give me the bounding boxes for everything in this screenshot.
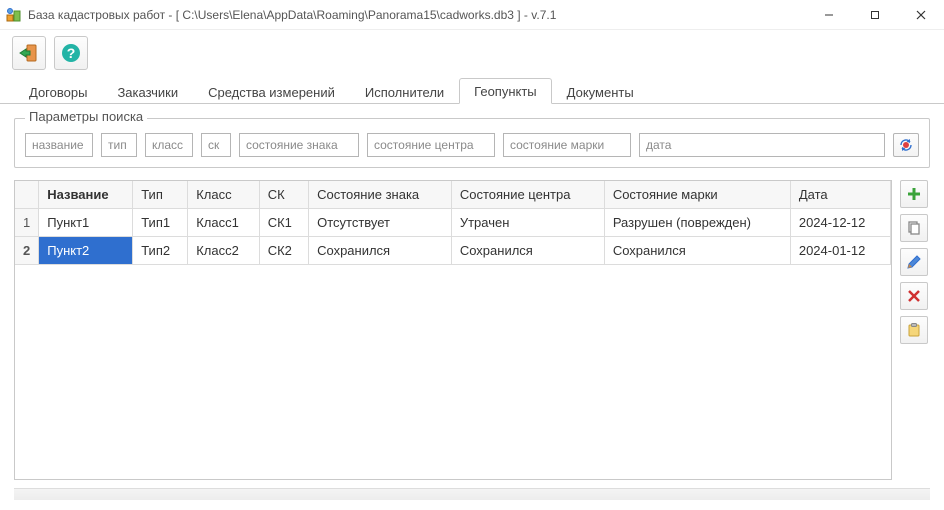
search-fieldset: Параметры поиска: [14, 118, 930, 168]
tab-label: Средства измерений: [208, 85, 335, 100]
cell-sign: Отсутствует: [309, 209, 452, 237]
tab-label: Заказчики: [117, 85, 178, 100]
search-row: [25, 133, 919, 157]
search-center-state-input[interactable]: [367, 133, 495, 157]
search-class-input[interactable]: [145, 133, 193, 157]
header-row: Название Тип Класс СК Состояние знака Со…: [15, 181, 891, 209]
delete-button[interactable]: [900, 282, 928, 310]
add-button[interactable]: [900, 180, 928, 208]
data-grid[interactable]: Название Тип Класс СК Состояние знака Со…: [14, 180, 892, 480]
col-sk[interactable]: СК: [259, 181, 308, 209]
cell-class: Класс2: [188, 237, 259, 265]
row-num: 1: [15, 209, 39, 237]
main-panel: Параметры поиска: [0, 104, 944, 494]
cell-sk: СК2: [259, 237, 308, 265]
close-button[interactable]: [898, 0, 944, 29]
help-button[interactable]: ?: [54, 36, 88, 70]
window-title: База кадастровых работ - [ C:\Users\Elen…: [28, 8, 806, 22]
tab-label: Договоры: [29, 85, 87, 100]
cell-type: Тип2: [133, 237, 188, 265]
rownum-header: [15, 181, 39, 209]
table-row[interactable]: 1 Пункт1 Тип1 Класс1 СК1 Отсутствует Утр…: [15, 209, 891, 237]
search-reset-button[interactable]: [893, 133, 919, 157]
edit-button[interactable]: [900, 248, 928, 276]
search-name-input[interactable]: [25, 133, 93, 157]
tab-label: Документы: [567, 85, 634, 100]
tab-strip: Договоры Заказчики Средства измерений Ис…: [0, 76, 944, 104]
cell-center: Утрачен: [451, 209, 604, 237]
cell-type: Тип1: [133, 209, 188, 237]
tab-executors[interactable]: Исполнители: [350, 79, 459, 104]
copy-button[interactable]: [900, 214, 928, 242]
cell-center: Сохранился: [451, 237, 604, 265]
col-center[interactable]: Состояние центра: [451, 181, 604, 209]
col-mark[interactable]: Состояние марки: [604, 181, 790, 209]
side-actions: [900, 180, 930, 480]
exit-button[interactable]: [12, 36, 46, 70]
cell-mark: Разрушен (поврежден): [604, 209, 790, 237]
tab-documents[interactable]: Документы: [552, 79, 649, 104]
window-buttons: [806, 0, 944, 29]
tab-instruments[interactable]: Средства измерений: [193, 79, 350, 104]
col-type[interactable]: Тип: [133, 181, 188, 209]
search-sk-input[interactable]: [201, 133, 231, 157]
cell-name: Пункт1: [39, 209, 133, 237]
table-row[interactable]: 2 Пункт2 Тип2 Класс2 СК2 Сохранился Сохр…: [15, 237, 891, 265]
search-date-input[interactable]: [639, 133, 885, 157]
toolbar: ?: [0, 30, 944, 76]
cell-name: Пункт2: [39, 237, 133, 265]
app-icon: [6, 7, 22, 23]
search-legend: Параметры поиска: [25, 109, 147, 124]
row-num: 2: [15, 237, 39, 265]
svg-text:?: ?: [67, 45, 76, 61]
cell-mark: Сохранился: [604, 237, 790, 265]
minimize-button[interactable]: [806, 0, 852, 29]
paste-button[interactable]: [900, 316, 928, 344]
grid-area: Название Тип Класс СК Состояние знака Со…: [14, 180, 930, 480]
tab-contracts[interactable]: Договоры: [14, 79, 102, 104]
col-date[interactable]: Дата: [790, 181, 890, 209]
title-bar: База кадастровых работ - [ C:\Users\Elen…: [0, 0, 944, 30]
cell-date: 2024-12-12: [790, 209, 890, 237]
tab-geopoints[interactable]: Геопункты: [459, 78, 551, 104]
tab-customers[interactable]: Заказчики: [102, 79, 193, 104]
tab-label: Геопункты: [474, 84, 536, 99]
search-sign-state-input[interactable]: [239, 133, 359, 157]
cell-sign: Сохранился: [309, 237, 452, 265]
status-bar: [14, 488, 930, 500]
col-class[interactable]: Класс: [188, 181, 259, 209]
cell-sk: СК1: [259, 209, 308, 237]
search-mark-state-input[interactable]: [503, 133, 631, 157]
tab-label: Исполнители: [365, 85, 444, 100]
maximize-button[interactable]: [852, 0, 898, 29]
cell-class: Класс1: [188, 209, 259, 237]
col-sign[interactable]: Состояние знака: [309, 181, 452, 209]
search-type-input[interactable]: [101, 133, 137, 157]
col-name[interactable]: Название: [39, 181, 133, 209]
cell-date: 2024-01-12: [790, 237, 890, 265]
